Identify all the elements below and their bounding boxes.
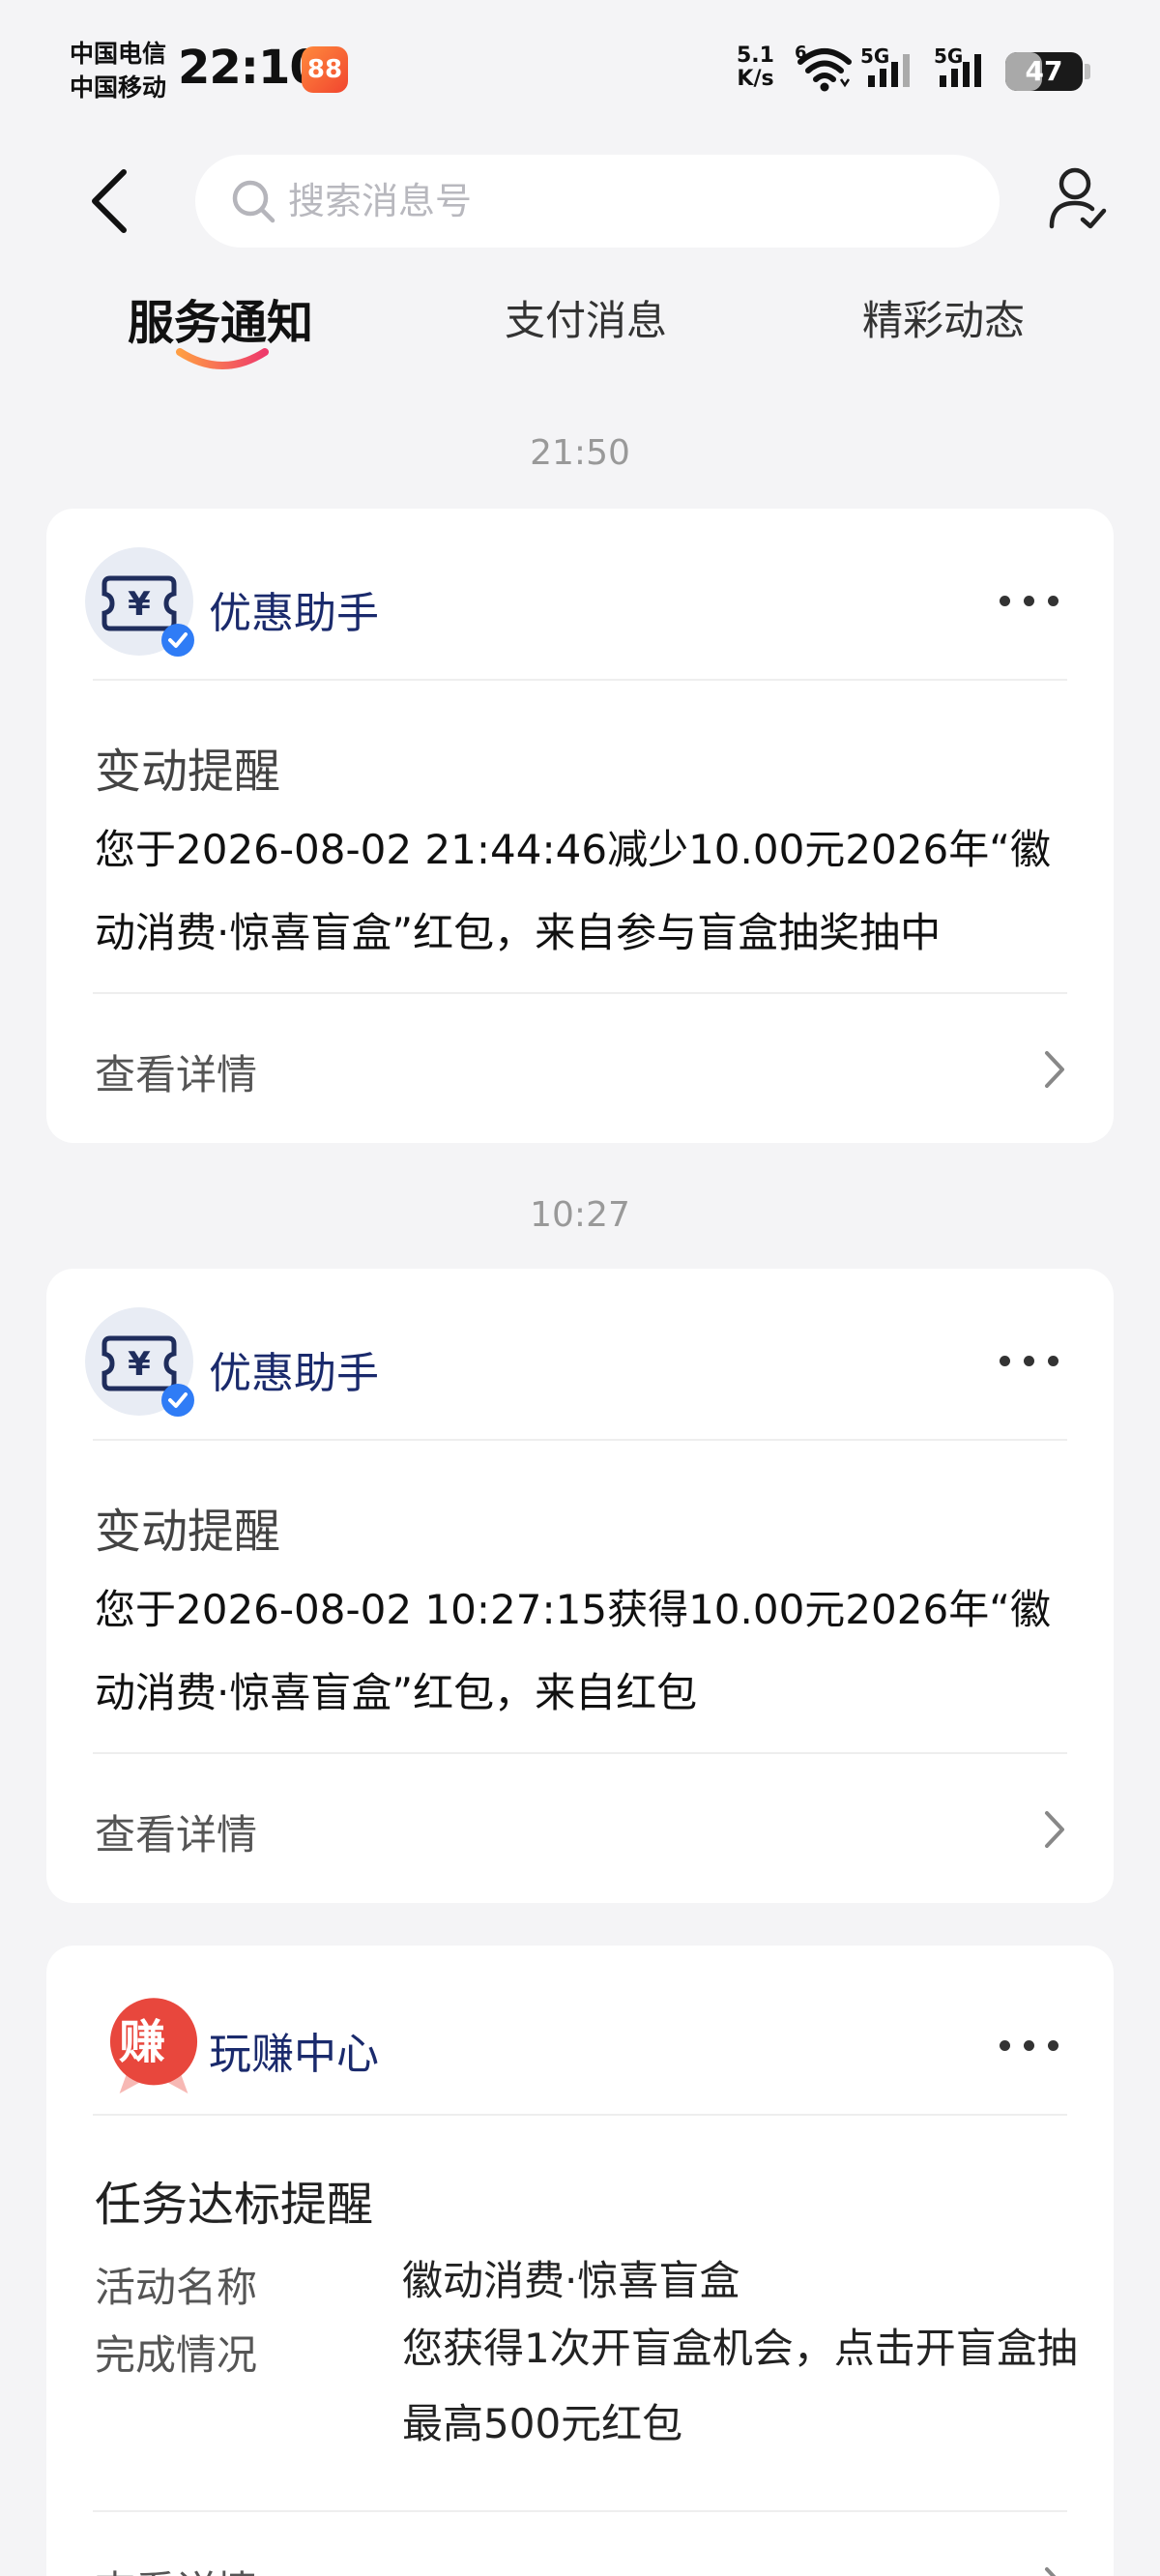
carrier-names: 中国电信 中国移动 [70,37,166,104]
signal-bars-icon [868,54,910,87]
battery-tip [1085,64,1090,79]
carrier-2: 中国移动 [70,73,167,102]
more-options-icon[interactable] [1000,2036,1059,2056]
completion-status-value: 您获得1次开盲盒机会，点击开盲盒抽最高500元红包 [402,2325,1078,2447]
search-icon [232,180,276,223]
network-speed-value: 5.1 [737,44,774,68]
view-details-link[interactable]: 查看详情 [95,1802,257,1861]
network-speed: 5.1 K/s [737,44,774,91]
sender-name: 优惠助手 [209,1349,379,1398]
chevron-right-icon[interactable] [1042,1048,1067,1091]
task-title: 任务达标提醒 [95,2178,374,2232]
tab-highlights[interactable]: 精彩动态 [862,288,1025,347]
divider [93,992,1067,994]
coupon-assistant-avatar: ¥ [85,1307,194,1417]
contacts-icon[interactable] [1048,166,1108,232]
status-bar: 中国电信 中国移动 22:10 88 5.1 K/s 6 5G 5G 47 [0,0,1160,135]
more-options-icon[interactable] [1000,592,1059,611]
signal-bars-icon [940,54,981,87]
verified-badge-icon [161,624,194,657]
tab-service-notice[interactable]: 服务通知 [128,284,313,352]
divider [93,2510,1067,2512]
divider [93,679,1067,681]
chevron-right-icon[interactable] [1042,2564,1067,2576]
battery-icon: 47 [1005,52,1083,91]
svg-text:¥: ¥ [128,585,151,624]
message-card: ¥ 优惠助手 变动提醒 您于2026-08-02 21:44:46减少10.00… [46,509,1114,1143]
sender-name: 玩赚中心 [209,2030,379,2079]
message-card: ¥ 优惠助手 变动提醒 您于2026-08-02 10:27:15获得10.00… [46,1269,1114,1903]
activity-name-value: 徽动消费·惊喜盲盒 [402,2257,740,2304]
view-details-link[interactable]: 查看详情 [95,2559,257,2576]
card-header[interactable]: ¥ 优惠助手 [46,1269,1114,1441]
message-timestamp: 10:27 [530,1195,630,1235]
view-details-link[interactable]: 查看详情 [95,1042,257,1101]
search-bar[interactable] [195,155,1000,248]
task-card: 赚 玩赚中心 任务达标提醒 活动名称 徽动消费·惊喜盲盒 完成情况 您获得1次开… [46,1946,1114,2576]
card-header[interactable]: ¥ 优惠助手 [46,509,1114,681]
network-speed-unit: K/s [737,67,774,91]
chevron-right-icon[interactable] [1042,1808,1067,1851]
svg-text:¥: ¥ [128,1345,151,1384]
coupon-assistant-avatar: ¥ [85,547,194,657]
divider [93,2114,1067,2116]
message-title: 变动提醒 [95,745,281,799]
app-notification-icon: 88 [302,46,348,93]
status-time: 22:10 [178,41,322,95]
divider [93,1752,1067,1754]
message-title: 变动提醒 [95,1505,281,1559]
message-body: 您于2026-08-02 10:27:15获得10.00元2026年“徽动消费·… [95,1586,1051,1716]
carrier-1: 中国电信 [70,40,167,68]
battery-level: 47 [1025,55,1063,87]
tab-active-indicator [176,348,269,369]
message-body: 您于2026-08-02 21:44:46减少10.00元2026年“徽动消费·… [95,826,1051,956]
sender-name: 优惠助手 [209,589,379,638]
divider [93,1439,1067,1441]
card-header[interactable]: 赚 玩赚中心 [46,1946,1114,2118]
more-options-icon[interactable] [1000,1352,1059,1371]
earn-center-avatar-label: 赚 [118,2015,165,2069]
tab-payment-messages[interactable]: 支付消息 [505,288,667,347]
message-timestamp: 21:50 [530,433,630,473]
activity-name-label: 活动名称 [95,2264,258,2311]
back-arrow-icon[interactable] [81,164,139,238]
wifi-tag: 6 [795,43,807,63]
search-input[interactable] [288,155,965,248]
verified-badge-icon [161,1384,194,1417]
completion-status-label: 完成情况 [95,2331,258,2379]
